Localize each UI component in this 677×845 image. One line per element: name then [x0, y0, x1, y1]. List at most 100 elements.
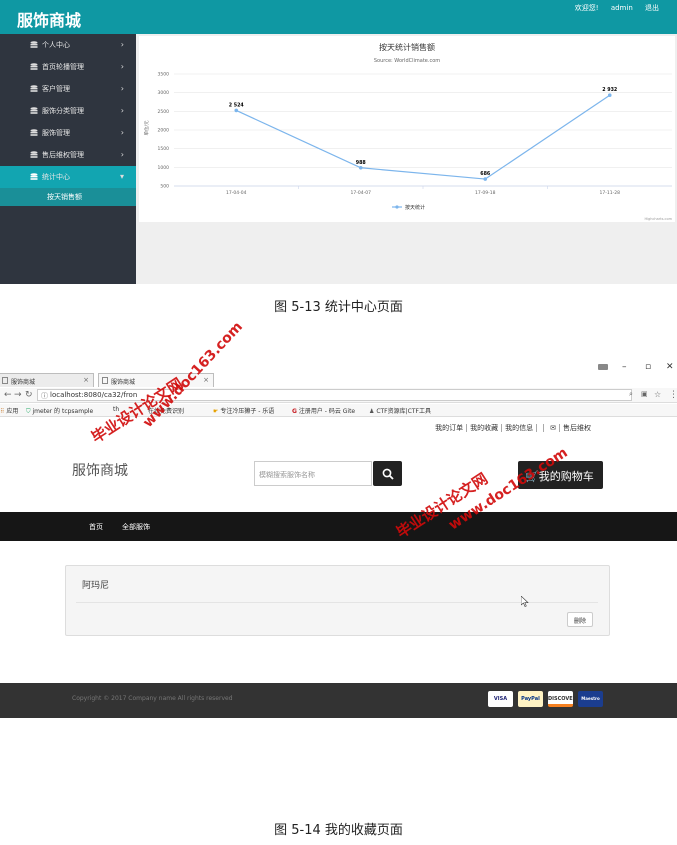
bookmark-apps[interactable]: ⠿ 应用 [0, 406, 18, 415]
user-icon [598, 364, 608, 370]
series-line [235, 94, 611, 180]
sidebar-item-label: 首页轮播管理 [42, 63, 84, 71]
search-input[interactable]: 模糊搜索服饰名称 [254, 461, 372, 486]
figure-caption-1: 图 5-13 统计中心页面 [274, 300, 403, 315]
database-icon [30, 85, 38, 92]
page-icon [2, 377, 8, 384]
data-point[interactable] [234, 108, 239, 113]
database-icon [30, 129, 38, 136]
sidebar-item-clothing[interactable]: 服饰管理 › [0, 122, 136, 144]
paypal-icon: PayPal [518, 691, 543, 707]
admin-toplinks: 欢迎您! admin 退出 [565, 3, 659, 13]
shield-icon: ⛉ [26, 408, 31, 415]
info-icon: ⓘ [41, 392, 48, 400]
favorite-item-name[interactable]: 阿玛尼 [82, 578, 109, 591]
y-tick-label: 3500 [158, 72, 170, 78]
admin-header: 服饰商城 欢迎您! admin 退出 [0, 0, 677, 34]
chevron-down-icon: ▾ [119, 172, 124, 181]
chart-container: 按天统计销售额 Source: WorldClimate.com 3500 300… [139, 36, 675, 222]
bookmark-jmeter[interactable]: ⛉ jmeter 的 tcpsample [26, 406, 93, 416]
x-tick-label: 17-04-04 [226, 190, 247, 196]
delete-button[interactable]: 删除 [567, 612, 593, 627]
back-icon[interactable]: ← [4, 390, 12, 400]
sidebar-item-label: 统计中心 [42, 173, 70, 181]
bookmark-ctf[interactable]: ♟ CTF资源库|CTF工具 [369, 406, 431, 415]
bookmark-gitee[interactable]: G 注册用户 - 码云 Gite [292, 406, 355, 415]
figure-caption-2: 图 5-14 我的收藏页面 [274, 823, 403, 838]
my-info-link[interactable]: 我的信息 [502, 424, 538, 432]
data-point[interactable] [358, 165, 363, 170]
close-window-button[interactable]: ✕ [666, 362, 674, 372]
sidebar-item-label: 售后维权管理 [42, 151, 84, 159]
admin-username: admin [610, 4, 633, 12]
zoom-icon[interactable]: ⌕ [629, 390, 633, 399]
bookmark-lezhi[interactable]: ☛ 专注冷压獭子 - 乐语 [213, 406, 274, 415]
my-orders-link[interactable]: 我的订单 [432, 424, 468, 432]
aftersales-link[interactable]: ✉ 售后维权 [544, 424, 597, 432]
browser-screenshot: – ▫ ✕ 服饰商城 × 服饰商城 × ← → ↻ ⓘ localhost:80… [0, 360, 677, 718]
nav-all-clothing[interactable]: 全部服饰 [122, 522, 150, 532]
y-tick-label: 2000 [158, 128, 170, 134]
y-tick-label: 2500 [158, 109, 170, 115]
maximize-button[interactable]: ▫ [645, 362, 651, 372]
sidebar-item-carousel[interactable]: 首页轮播管理 › [0, 56, 136, 78]
site-nav: 首页 全部服饰 [0, 512, 677, 541]
admin-logo: 服饰商城 [17, 11, 82, 30]
sidebar-item-label: 客户管理 [42, 85, 70, 93]
mouse-cursor-icon [521, 596, 529, 607]
bookmark-star-icon[interactable]: ☆ [654, 390, 661, 399]
page-icon [102, 377, 108, 384]
my-favorites-link[interactable]: 我的收藏 [467, 424, 503, 432]
person-icon: ♟ [369, 408, 375, 415]
data-label: 686 [480, 171, 491, 177]
reload-icon[interactable]: ↻ [25, 390, 33, 400]
sidebar-subitem-daily-sales[interactable]: 按天销售额 [0, 188, 136, 206]
x-tick-label: 17-11-28 [600, 190, 621, 196]
legend-marker [395, 205, 399, 209]
sales-line-chart: 按天统计销售额 Source: WorldClimate.com 3500 300… [143, 42, 673, 221]
x-tick-label: 17-09-18 [475, 190, 496, 196]
sidebar-item-label: 服饰管理 [42, 129, 70, 137]
nav-home[interactable]: 首页 [89, 522, 103, 532]
y-tick-label: 1500 [158, 146, 170, 152]
menu-icon[interactable]: ⋮ [669, 390, 677, 400]
browser-tab[interactable]: 服饰商城 × [0, 373, 94, 387]
database-icon [30, 63, 38, 70]
forward-icon[interactable]: → [14, 390, 22, 400]
apps-grid-icon: ⠿ [0, 408, 5, 415]
welcome-text: 欢迎您! [574, 4, 599, 12]
chevron-right-icon: › [120, 84, 124, 93]
tab-title: 服饰商城 [11, 379, 36, 386]
data-point[interactable] [607, 93, 612, 98]
translate-icon[interactable]: ▣ [641, 390, 648, 398]
copyright-text: Copyright © 2017 Company name All rights… [72, 695, 233, 702]
admin-main: 按天统计销售额 Source: WorldClimate.com 3500 300… [136, 34, 677, 284]
site-toplinks: 我的订单 我的收藏 我的信息 ✉ 售后维权 [432, 423, 597, 433]
url-field[interactable]: ⓘ localhost:8080/ca32/fron [37, 389, 632, 401]
admin-screenshot: 服饰商城 欢迎您! admin 退出 个人中心 › 首页轮播管理 › 客户管理 … [0, 0, 677, 284]
site-logo[interactable]: 服饰商城 [72, 460, 128, 480]
sidebar-item-aftersales[interactable]: 售后维权管理 › [0, 144, 136, 166]
sidebar-item-label: 服饰分类管理 [42, 107, 84, 115]
url-text: localhost:8080/ca32/fron [50, 391, 138, 399]
database-icon [30, 173, 38, 180]
data-label: 988 [356, 160, 367, 166]
database-icon [30, 41, 38, 48]
data-point[interactable] [483, 177, 488, 181]
sidebar-item-customers[interactable]: 客户管理 › [0, 78, 136, 100]
sidebar-item-statistics[interactable]: 统计中心 ▾ [0, 166, 136, 188]
logout-link[interactable]: 退出 [645, 4, 659, 12]
address-bar: ← → ↻ ⓘ localhost:8080/ca32/fron ⌕ ▣ ☆ ⋮ [0, 388, 677, 403]
close-tab-icon[interactable]: × [83, 376, 89, 384]
visa-icon: VISA [488, 691, 513, 707]
search-button[interactable] [373, 461, 402, 486]
chart-subtitle: Source: WorldClimate.com [374, 58, 440, 64]
legend-entry[interactable]: 按天统计 [405, 204, 425, 211]
discover-icon: DISCOVER [548, 691, 577, 707]
chart-credits[interactable]: Highcharts.com [644, 217, 672, 221]
sidebar-item-categories[interactable]: 服饰分类管理 › [0, 100, 136, 122]
sidebar-item-profile[interactable]: 个人中心 › [0, 34, 136, 56]
bookmarks-bar: ⠿ 应用 ⛉ jmeter 的 tcpsample th 在线免费识别 ☛ 专注… [0, 404, 677, 417]
close-tab-icon[interactable]: × [203, 376, 209, 384]
minimize-button[interactable]: – [622, 362, 627, 372]
